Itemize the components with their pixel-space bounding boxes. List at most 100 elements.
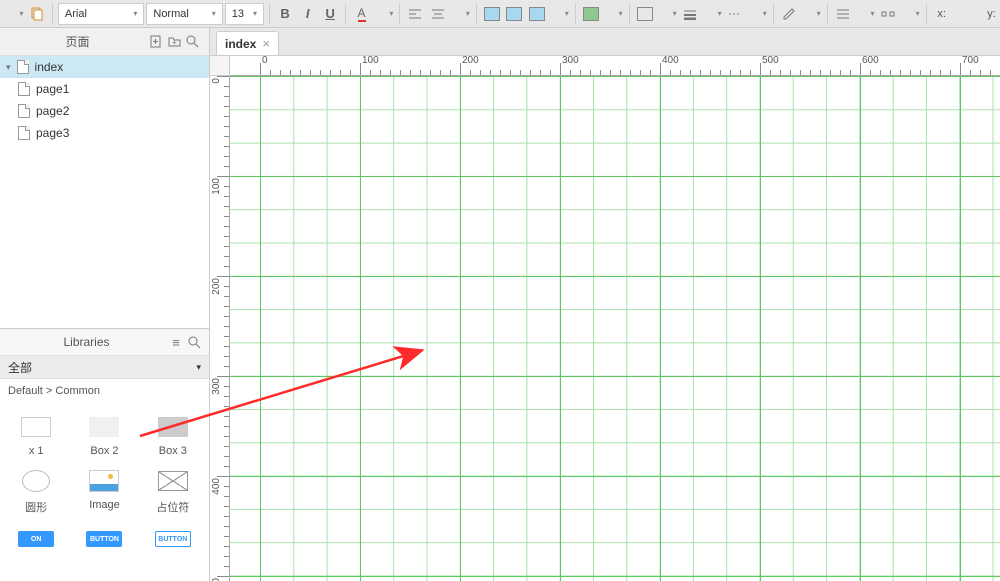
page-icon (18, 104, 30, 118)
lib-item-button2[interactable]: BUTTON (72, 523, 136, 573)
pages-panel-title: 页面 (8, 33, 147, 50)
valign-dropdown[interactable]: ▾ (855, 3, 876, 25)
lib-item-box3[interactable]: Box 3 (141, 411, 205, 461)
bold-button[interactable]: B (275, 3, 296, 25)
separator (629, 4, 630, 24)
box-dropdown[interactable]: ▾ (549, 3, 570, 25)
separator (773, 4, 774, 24)
page-item-page3[interactable]: page3 (0, 122, 209, 144)
page-item-page1[interactable]: page1 (0, 78, 209, 100)
lib-breadcrumb[interactable]: Default > Common (0, 379, 209, 403)
separator (476, 4, 477, 24)
lib-category-selector[interactable]: 全部 ▾ (0, 355, 209, 379)
canvas-area: index × 0100200300400500600700800 010020… (210, 28, 1000, 581)
page-label: page3 (36, 126, 69, 140)
line-weight-button[interactable] (680, 3, 701, 25)
distribute-button[interactable] (878, 3, 899, 25)
lib-label: 圆形 (25, 499, 47, 515)
lib-menu-icon[interactable]: ≡ (167, 333, 185, 351)
line-style-button[interactable] (725, 3, 746, 25)
valign-button[interactable] (832, 3, 853, 25)
lib-item-placeholder[interactable]: 占位符 (141, 465, 205, 519)
separator (345, 4, 346, 24)
canvas[interactable] (230, 76, 1000, 581)
lib-label: Box 3 (159, 445, 187, 457)
add-page-icon[interactable] (147, 33, 165, 51)
weight-selector[interactable]: Normal▾ (146, 3, 222, 25)
line-weight-dropdown[interactable]: ▾ (702, 3, 723, 25)
lib-label (103, 557, 106, 569)
border-button[interactable] (635, 3, 656, 25)
button-primary-shape: BUTTON (86, 531, 122, 547)
page-item-page2[interactable]: page2 (0, 100, 209, 122)
close-tab-icon[interactable]: × (262, 36, 270, 51)
box-2-button[interactable] (504, 3, 525, 25)
box1-shape (21, 417, 51, 437)
button-secondary-shape: BUTTON (155, 531, 191, 547)
lib-label (35, 557, 38, 569)
page-label: index (35, 60, 64, 74)
pages-panel-header: 页面 + (0, 28, 209, 56)
align-dropdown[interactable]: ▾ (450, 3, 471, 25)
page-icon (18, 82, 30, 96)
lib-label: Box 2 (90, 445, 118, 457)
fill-dropdown[interactable]: ▾ (603, 3, 624, 25)
lib-search-icon[interactable] (185, 333, 203, 351)
tab-bar: index × (210, 28, 1000, 56)
main-area: 页面 + ▾ index page1 page2 (0, 28, 1000, 581)
page-icon (17, 60, 29, 74)
italic-button[interactable]: I (297, 3, 318, 25)
lib-item-button1[interactable]: ON (4, 523, 68, 573)
separator (52, 4, 53, 24)
lib-item-button3[interactable]: BUTTON (141, 523, 205, 573)
lib-item-ellipse[interactable]: 圆形 (4, 465, 68, 519)
svg-text:+: + (172, 38, 177, 47)
ellipse-shape (22, 470, 50, 492)
edit-button[interactable] (779, 3, 800, 25)
lib-label: Image (89, 499, 120, 511)
box2-shape (89, 417, 119, 437)
tree-spacer (0, 144, 209, 328)
lib-label: 占位符 (156, 499, 189, 515)
box-1-button[interactable] (482, 3, 503, 25)
align-center-button[interactable] (428, 3, 449, 25)
copy-icon[interactable] (27, 3, 48, 25)
search-pages-icon[interactable] (183, 33, 201, 51)
ruler-horizontal[interactable]: 0100200300400500600700800 (230, 56, 1000, 76)
distribute-dropdown[interactable]: ▾ (900, 3, 921, 25)
weight-label: Normal (153, 8, 188, 20)
font-selector[interactable]: Arial▾ (58, 3, 144, 25)
edit-dropdown[interactable]: ▾ (801, 3, 822, 25)
page-label: page2 (36, 104, 69, 118)
lib-item-image[interactable]: Image (72, 465, 136, 519)
box-3-button[interactable] (527, 3, 548, 25)
image-shape (89, 470, 119, 492)
text-color-dropdown[interactable]: ▾ (374, 3, 395, 25)
tab-index[interactable]: index × (216, 31, 279, 55)
lib-item-box1[interactable]: x 1 (4, 411, 68, 461)
underline-button[interactable]: U (320, 3, 341, 25)
ruler-vertical[interactable]: 0100200300400500600 (210, 76, 230, 581)
lib-item-box2[interactable]: Box 2 (72, 411, 136, 461)
fill-button[interactable] (581, 3, 602, 25)
page-icon (18, 126, 30, 140)
border-dropdown[interactable]: ▾ (657, 3, 678, 25)
libraries-title: Libraries (6, 335, 167, 349)
size-selector[interactable]: 13▾ (225, 3, 264, 25)
chevron-down-icon: ▾ (196, 362, 201, 373)
canvas-grid (230, 76, 1000, 581)
libraries-header: Libraries ≡ (0, 329, 209, 355)
align-left-button[interactable] (405, 3, 426, 25)
text-color-button[interactable]: A (351, 3, 372, 25)
lib-grid: x 1 Box 2 Box 3 圆形 Image (0, 403, 209, 581)
page-item-index[interactable]: ▾ index (0, 56, 209, 78)
page-tree: ▾ index page1 page2 page3 (0, 56, 209, 144)
button-primary-shape: ON (18, 531, 54, 547)
line-style-dropdown[interactable]: ▾ (747, 3, 768, 25)
collapse-icon[interactable]: ▾ (6, 62, 11, 73)
toolbar-dropdown-1[interactable]: ▾ (4, 3, 25, 25)
add-folder-icon[interactable]: + (165, 33, 183, 51)
toolbar: ▾ Arial▾ Normal▾ 13▾ B I U A ▾ ▾ ▾ ▾ ▾ ▾… (0, 0, 1000, 28)
box3-shape (158, 417, 188, 437)
size-label: 13 (232, 8, 244, 20)
